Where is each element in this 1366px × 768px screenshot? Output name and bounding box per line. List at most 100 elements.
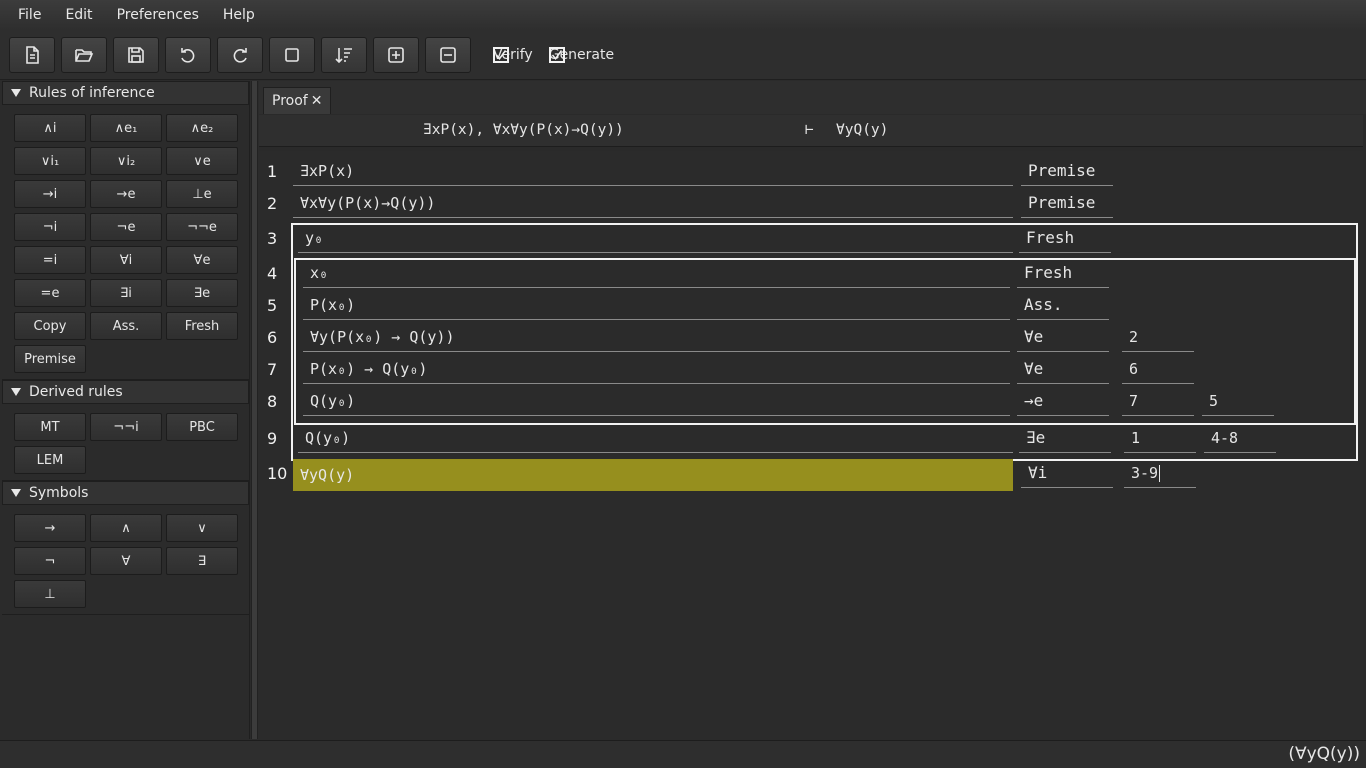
formula-field[interactable]: ∀x∀y(P(x)→Q(y)): [293, 191, 1013, 218]
reference-field[interactable]: 7: [1122, 389, 1194, 416]
derived-rules-section: MT ¬¬i PBC LEM: [2, 404, 249, 481]
rule-field[interactable]: Fresh: [1019, 226, 1111, 253]
symbol-button[interactable]: ¬: [14, 547, 86, 575]
line-number: 6: [267, 328, 278, 347]
open-folder-icon: [75, 48, 94, 62]
derived-rule-button[interactable]: ¬¬i: [90, 413, 162, 441]
rule-button[interactable]: ∨e: [166, 147, 238, 175]
rule-button[interactable]: Copy: [14, 312, 86, 340]
derived-rule-button[interactable]: MT: [14, 413, 86, 441]
rule-button[interactable]: ∃e: [166, 279, 238, 307]
proof-workspace: Proof ✕ ∃xP(x), ∀x∀y(P(x)→Q(y)) ⊢ ∀yQ(y)…: [259, 81, 1366, 739]
rule-field[interactable]: ∀i: [1021, 461, 1113, 488]
rule-button[interactable]: =e: [14, 279, 86, 307]
rules-of-inference-section: ∧i ∧e₁ ∧e₂ ∨i₁ ∨i₂ ∨e →i →e ⊥e ¬i ¬e ¬¬e =i ∀i ∀e =e ∃i ∃…: [2, 105, 249, 380]
open-file-button[interactable]: [61, 36, 107, 73]
collapse-triangle-icon: [11, 489, 21, 497]
formula-field[interactable]: x₀: [303, 261, 1010, 288]
formula-field[interactable]: Q(y₀): [298, 426, 1013, 453]
reference-field[interactable]: 1: [1124, 426, 1196, 453]
save-button[interactable]: [113, 36, 159, 73]
rule-button[interactable]: ∧e₁: [90, 114, 162, 142]
rule-field[interactable]: Ass.: [1017, 293, 1109, 320]
checkmark-icon: [493, 46, 509, 63]
rule-field[interactable]: →e: [1017, 389, 1109, 416]
rule-button[interactable]: ∀e: [166, 246, 238, 274]
symbols-section: → ∧ ∨ ¬ ∀ ∃ ⊥: [2, 505, 249, 615]
line-number: 1: [267, 162, 278, 181]
rules-of-inference-header[interactable]: Rules of inference: [2, 81, 249, 105]
symbol-button[interactable]: →: [14, 514, 86, 542]
rule-button[interactable]: ¬e: [90, 213, 162, 241]
proof-area: 1 ∃xP(x) Premise 2 ∀x∀y(P(x)→Q(y)) Premise 3 y₀…: [259, 151, 1363, 739]
rule-field[interactable]: ∀e: [1017, 325, 1109, 352]
menu-edit[interactable]: Edit: [53, 0, 104, 30]
rule-button[interactable]: →i: [14, 180, 86, 208]
derived-rule-button[interactable]: LEM: [14, 446, 86, 474]
rule-button[interactable]: ∃i: [90, 279, 162, 307]
symbol-button[interactable]: ∀: [90, 547, 162, 575]
symbol-button[interactable]: ∧: [90, 514, 162, 542]
generate-checkbox[interactable]: Generate: [548, 46, 614, 63]
rule-button[interactable]: =i: [14, 246, 86, 274]
tab-bar: Proof ✕: [259, 81, 1366, 114]
rule-button[interactable]: Premise: [14, 345, 86, 373]
rule-field[interactable]: ∃e: [1019, 426, 1111, 453]
reference-field[interactable]: 2: [1122, 325, 1194, 352]
rule-button[interactable]: ⊥e: [166, 180, 238, 208]
rule-field[interactable]: Fresh: [1017, 261, 1109, 288]
tab-proof[interactable]: Proof ✕: [263, 87, 332, 114]
toolbar: Verify Generate: [0, 30, 1366, 80]
remove-line-button[interactable]: [425, 36, 471, 73]
rule-button[interactable]: ∨i₁: [14, 147, 86, 175]
symbol-button[interactable]: ⊥: [14, 580, 86, 608]
symbol-button[interactable]: ∃: [166, 547, 238, 575]
rule-button[interactable]: Ass.: [90, 312, 162, 340]
box-button[interactable]: [269, 36, 315, 73]
rule-button[interactable]: ∨i₂: [90, 147, 162, 175]
sort-button[interactable]: [321, 36, 367, 73]
menu-preferences[interactable]: Preferences: [105, 0, 211, 30]
formula-field[interactable]: ∃xP(x): [293, 159, 1013, 186]
formula-field[interactable]: ∀y(P(x₀) → Q(y)): [303, 325, 1010, 352]
rule-button[interactable]: ¬i: [14, 213, 86, 241]
menu-help[interactable]: Help: [211, 0, 267, 30]
reference-field[interactable]: 6: [1122, 357, 1194, 384]
derived-rule-button[interactable]: PBC: [166, 413, 238, 441]
formula-field[interactable]: P(x₀) → Q(y₀): [303, 357, 1010, 384]
undo-icon: [181, 47, 195, 63]
verify-checkbox[interactable]: Verify: [493, 46, 533, 63]
rule-field[interactable]: Premise: [1021, 159, 1113, 186]
reference-field[interactable]: 3-9: [1124, 461, 1196, 488]
derived-rules-header[interactable]: Derived rules: [2, 380, 249, 404]
menu-file[interactable]: File: [6, 0, 53, 30]
reference-field[interactable]: 5: [1202, 389, 1274, 416]
panel-splitter[interactable]: [251, 81, 258, 739]
symbol-button[interactable]: ∨: [166, 514, 238, 542]
rule-button[interactable]: ∧e₂: [166, 114, 238, 142]
rule-button[interactable]: →e: [90, 180, 162, 208]
sequent-premises[interactable]: ∃xP(x), ∀x∀y(P(x)→Q(y)): [423, 122, 624, 138]
rule-button[interactable]: ∧i: [14, 114, 86, 142]
formula-field[interactable]: P(x₀): [303, 293, 1010, 320]
add-line-button[interactable]: [373, 36, 419, 73]
text-caret: [1159, 465, 1161, 482]
rule-button[interactable]: Fresh: [166, 312, 238, 340]
symbols-header[interactable]: Symbols: [2, 481, 249, 505]
new-file-button[interactable]: [9, 36, 55, 73]
undo-button[interactable]: [165, 36, 211, 73]
line-number: 9: [267, 429, 278, 448]
reference-field[interactable]: 4-8: [1204, 426, 1276, 453]
formula-field[interactable]: Q(y₀): [303, 389, 1010, 416]
line-number: 8: [267, 392, 278, 411]
formula-field[interactable]: y₀: [298, 226, 1013, 253]
sequent-conclusion[interactable]: ∀yQ(y): [836, 122, 888, 138]
rule-field[interactable]: Premise: [1021, 191, 1113, 218]
new-file-icon: [26, 45, 39, 64]
close-icon[interactable]: ✕: [311, 93, 323, 109]
formula-field[interactable]: ∀yQ(y): [293, 459, 1013, 491]
redo-button[interactable]: [217, 36, 263, 73]
rule-button[interactable]: ¬¬e: [166, 213, 238, 241]
rule-button[interactable]: ∀i: [90, 246, 162, 274]
rule-field[interactable]: ∀e: [1017, 357, 1109, 384]
